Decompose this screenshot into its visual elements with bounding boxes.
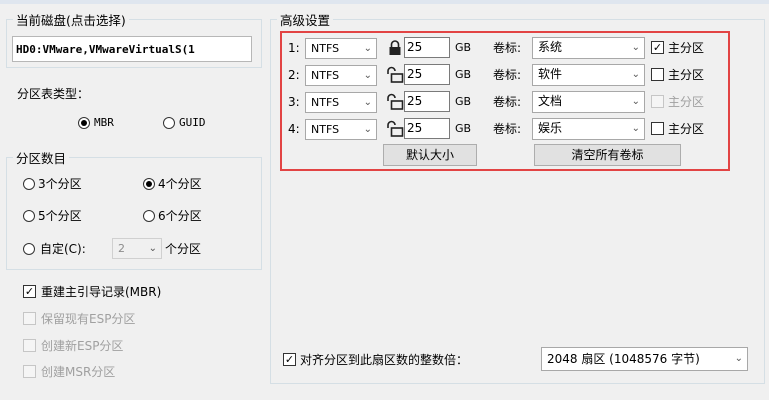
radio-3-partitions[interactable]	[23, 178, 35, 190]
partition-count-title: 分区数目	[16, 151, 67, 166]
radio-5-label: 5个分区	[38, 209, 82, 223]
window-top-edge	[0, 0, 769, 4]
custom-count-select[interactable]: 2 ⌄	[112, 238, 162, 259]
radio-mbr-label: MBR	[94, 116, 114, 129]
disk-group-title: 当前磁盘(点击选择)	[16, 13, 126, 28]
custom-count-value: 2	[118, 242, 125, 255]
chevron-down-icon: ⌄	[148, 243, 157, 254]
create-esp-label: 创建新ESP分区	[41, 339, 124, 353]
radio-guid[interactable]	[163, 117, 175, 129]
create-msr-label: 创建MSR分区	[41, 365, 116, 379]
advanced-group-title: 高级设置	[280, 13, 331, 28]
radio-3-label: 3个分区	[38, 177, 82, 191]
align-value: 2048 扇区 (1048576 字节)	[547, 352, 700, 366]
custom-count-suffix: 个分区	[165, 242, 202, 256]
rebuild-mbr-label: 重建主引导记录(MBR)	[41, 285, 162, 299]
disk-select[interactable]: HD0:VMware,VMwareVirtualS(1	[12, 36, 252, 62]
radio-4-partitions[interactable]	[143, 178, 155, 190]
radio-6-label: 6个分区	[158, 209, 202, 223]
radio-6-partitions[interactable]	[143, 210, 155, 222]
radio-4-label: 4个分区	[158, 177, 202, 191]
align-checkbox[interactable]: ✓	[283, 353, 296, 366]
radio-guid-label: GUID	[179, 116, 206, 129]
keep-esp-checkbox[interactable]	[23, 312, 36, 325]
align-label: 对齐分区到此扇区数的整数倍：	[300, 353, 469, 367]
keep-esp-label: 保留现有ESP分区	[41, 312, 136, 326]
radio-custom[interactable]	[23, 243, 35, 255]
align-select[interactable]: 2048 扇区 (1048576 字节) ⌄	[541, 347, 748, 371]
radio-5-partitions[interactable]	[23, 210, 35, 222]
highlight-box	[280, 31, 730, 171]
partition-table-label: 分区表类型：	[17, 87, 90, 101]
create-msr-checkbox[interactable]	[23, 365, 36, 378]
radio-mbr[interactable]	[78, 117, 90, 129]
chevron-down-icon: ⌄	[734, 353, 743, 364]
rebuild-mbr-checkbox[interactable]: ✓	[23, 285, 36, 298]
radio-custom-label: 自定(C):	[40, 242, 86, 256]
create-esp-checkbox[interactable]	[23, 339, 36, 352]
